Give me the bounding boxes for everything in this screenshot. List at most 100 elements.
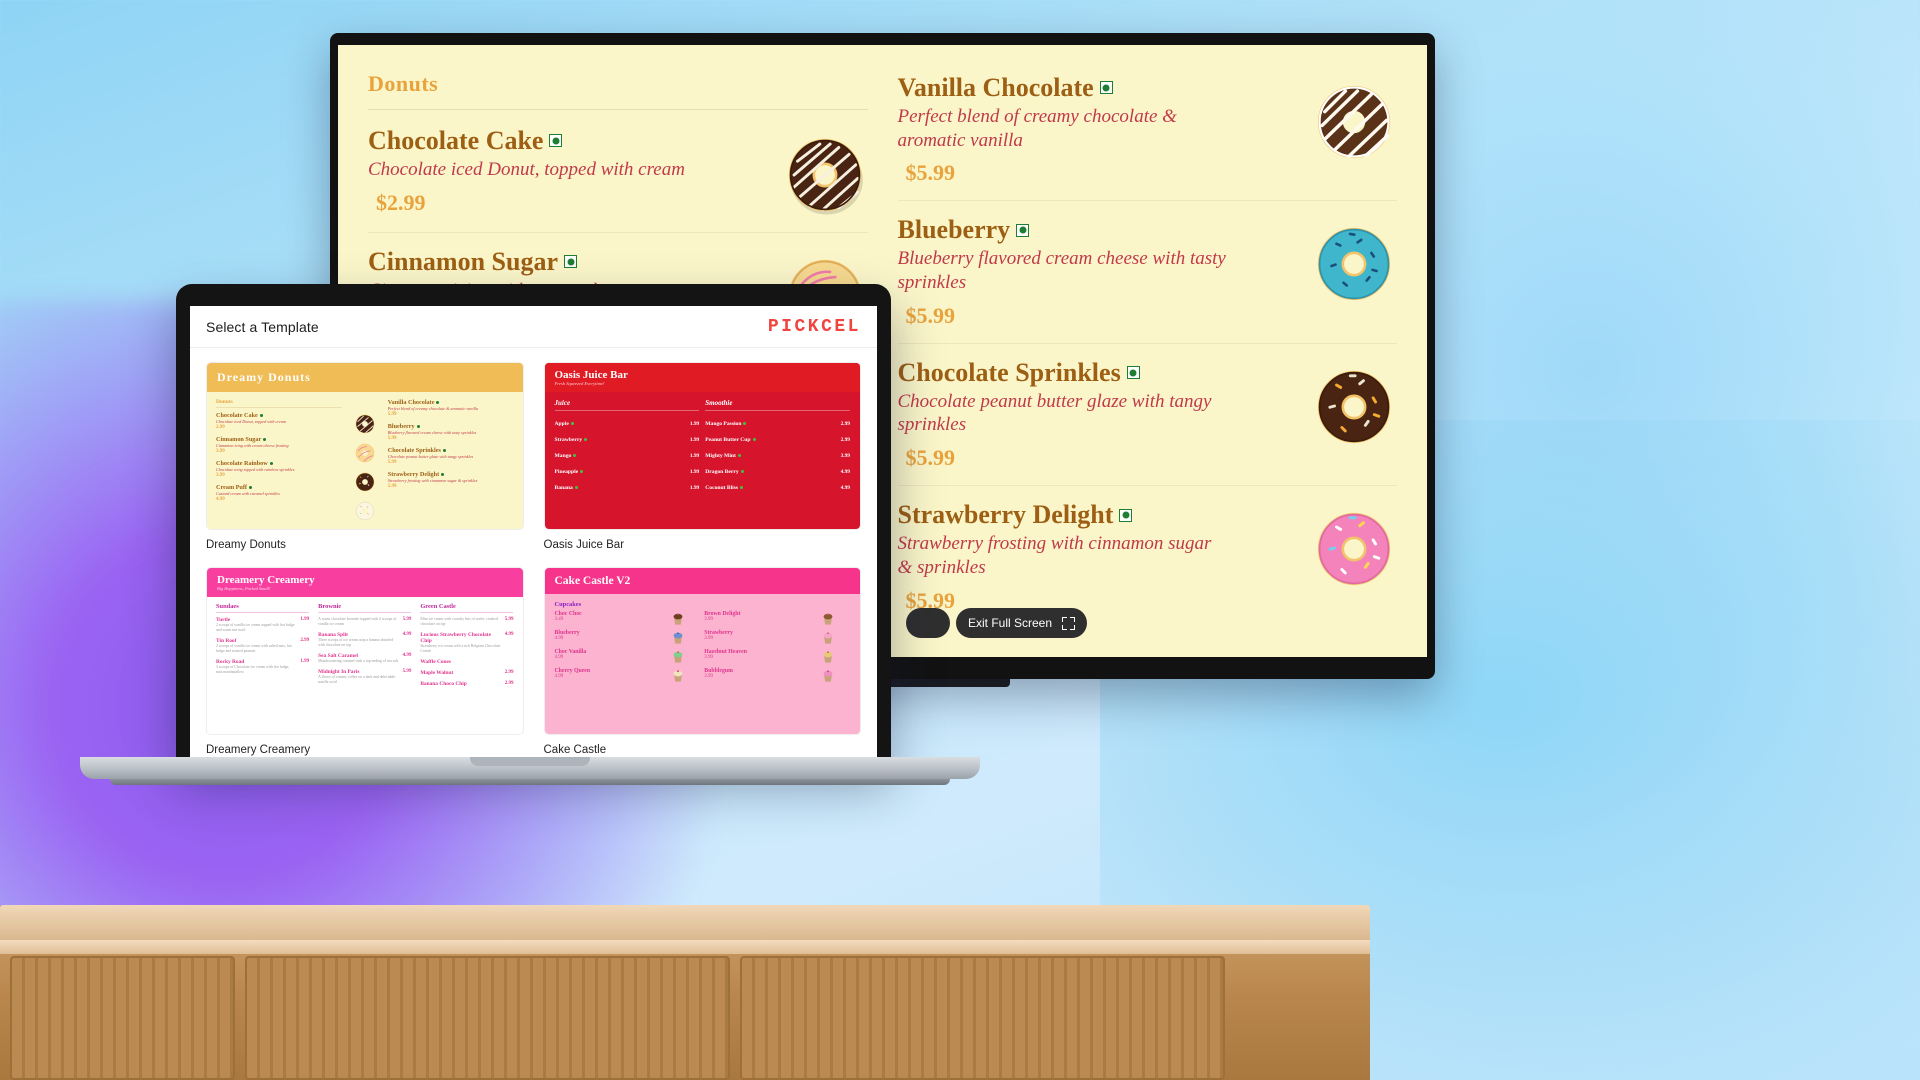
preview-item-desc: Strawberry frosting with cinnamon sugar … — [387, 477, 478, 483]
preview-item-price: 4.99 — [554, 636, 564, 641]
preview-item-name: Banana — [554, 485, 573, 491]
preview-header: Cake Castle V2 — [544, 568, 860, 594]
preview-row: Strawberry Delight Strawberry frosting w… — [388, 471, 514, 489]
fullscreen-toolbar[interactable]: Exit Full Screen — [906, 608, 1088, 638]
menu-item: Blueberry Blueberry flavored cream chees… — [898, 213, 1398, 340]
preview-item-name: Maple Walnut — [420, 669, 454, 676]
preview-item-name: Pineapple — [554, 469, 579, 475]
preview-item-price: 4.99 — [840, 485, 850, 491]
laptop-screen: Select a Template PICKCEL Dreamy Donuts … — [190, 306, 877, 762]
preview-item-price: 5.99 — [402, 668, 412, 674]
preview-item-price: 2.99 — [840, 437, 850, 443]
preview-item-name: Cream Puff — [216, 483, 247, 491]
preview-item-desc: Chocolate iced Donut, topped with cream — [216, 419, 286, 424]
cabinet-panel — [245, 956, 730, 1080]
exit-fullscreen-button[interactable]: Exit Full Screen — [956, 608, 1088, 638]
app-header: Select a Template PICKCEL — [190, 306, 877, 348]
preview-row: Midnight In Paris A flavor of creamy coff… — [318, 669, 411, 685]
fullscreen-left-control[interactable] — [906, 608, 950, 638]
laptop-foot — [110, 779, 950, 785]
preview-item-name: Cinnamon Sugar — [216, 435, 262, 443]
preview-section-title: Donuts — [216, 399, 342, 408]
menu-item-price: $5.99 — [905, 445, 956, 471]
preview-item-name: Chocolate Rainbow — [216, 459, 268, 467]
preview-body: Donuts Chocolate Cake Chocolate iced Don… — [207, 392, 523, 529]
preview-column-header: Juice — [554, 399, 700, 411]
preview-item-name: Mango Passion — [705, 421, 742, 427]
preview-item-price: 1.99 — [300, 658, 310, 664]
preview-row: Lucious Strawberry Chocolate Chip Strawbe… — [420, 632, 513, 654]
veg-indicator-icon — [1099, 81, 1113, 95]
menu-column-right: Vanilla Chocolate Perfect blend of cream… — [897, 71, 1398, 647]
item-divider — [897, 485, 1397, 487]
template-card-oasis-juice-bar[interactable]: Oasis Juice Bar Fresh Squeezed Everytime… — [543, 362, 861, 551]
template-card-dreamy-donuts[interactable]: Dreamy Donuts Donuts Chocolate Cake Choc… — [206, 362, 524, 551]
donut-chocolate-drizzle-icon — [782, 132, 868, 218]
cabinet-top-surface — [0, 905, 1370, 945]
preview-row: Cream Puff Custard cream with caramel sp… — [216, 484, 342, 502]
cupcake-choc-vanilla-icon — [673, 651, 683, 663]
veg-dot-icon — [441, 472, 445, 476]
preview-item-desc: Mouthwatering caramel with a top ending … — [318, 658, 399, 663]
template-card-dreamery-creamery[interactable]: Dreamery Creamery Big Happiness, Packed … — [206, 567, 524, 756]
menu-item-name: Blueberry — [897, 215, 1011, 245]
preview-item-price: 3.99 — [840, 453, 850, 459]
menu-item-name: Chocolate Sprinkles — [897, 357, 1121, 387]
menu-item-text: Blueberry Blueberry flavored cream chees… — [898, 215, 1312, 328]
preview-item-name: Blueberry — [387, 422, 415, 430]
preview-column-header: Sundaes — [216, 603, 310, 613]
veg-dot-icon — [740, 470, 744, 474]
template-thumbnail[interactable]: Cake Castle V2 Cupcakes Choc Choc 3.49 Br… — [543, 567, 861, 735]
preview-title: Cake Castle V2 — [554, 575, 631, 587]
section-divider — [368, 109, 868, 110]
preview-title: Dreamy Donuts — [207, 363, 523, 392]
template-gallery: Dreamy Donuts Donuts Chocolate Cake Choc… — [190, 348, 877, 762]
preview-row: Turtle 2 scoops of vanilla ice cream topp… — [216, 617, 309, 633]
preview-row: Banana Choco Chip 2.99 — [420, 681, 513, 687]
preview-body: Cupcakes Choc Choc 3.49 Brown Delight 3.99… — [545, 594, 861, 734]
preview-column-right: Vanilla Chocolate Perfect blend of cream… — [388, 399, 514, 522]
preview-item-price: 4.99 — [402, 631, 412, 637]
preview-item-price: 5.99 — [387, 460, 397, 466]
cabinet-panel — [10, 956, 235, 1080]
cupcake-hazelnut-icon — [823, 651, 833, 663]
template-thumbnail[interactable]: Oasis Juice Bar Fresh Squeezed Everytime… — [543, 362, 861, 530]
menu-item-text: Vanilla Chocolate Perfect blend of cream… — [898, 73, 1312, 186]
preview-row: Cinnamon Sugar Cinnamon icing with cream… — [216, 436, 342, 454]
laptop-device: Select a Template PICKCEL Dreamy Donuts … — [176, 284, 891, 762]
veg-dot-icon — [263, 438, 267, 442]
preview-item-desc: Mint ice cream with crunchy bits of wafe… — [420, 617, 498, 626]
menu-item-text: Chocolate Sprinkles Chocolate peanut but… — [898, 358, 1312, 471]
menu-item-name-row: Cinnamon Sugar — [368, 247, 772, 277]
template-label: Dreamy Donuts — [206, 539, 286, 551]
preview-item-desc: 3 scoops of Chocolate ice cream with hot… — [216, 664, 290, 674]
preview-item-price: 4.99 — [840, 469, 850, 475]
preview-subtitle: Big Happiness, Packed Small! — [217, 586, 271, 591]
veg-dot-icon — [249, 485, 252, 489]
template-thumbnail[interactable]: Dreamy Donuts Donuts Chocolate Cake Choc… — [206, 362, 524, 530]
item-divider — [368, 232, 868, 233]
template-label: Dreamery Creamery — [206, 744, 311, 756]
preview-row: Chocolate Rainbow Chocolate icing topped… — [216, 460, 342, 478]
preview-item-price: 2.99 — [504, 669, 514, 675]
preview-item-price: 2.99 — [504, 680, 514, 686]
preview-item-name: Chocolate Sprinkles — [387, 446, 441, 454]
menu-item-description: Chocolate peanut butter glaze with tangy… — [897, 390, 1212, 436]
preview-column-left: Donuts Chocolate Cake Chocolate iced Don… — [216, 399, 342, 522]
preview-item-desc: 2 scoops of vanilla ice cream topped wit… — [216, 623, 295, 632]
preview-row: Sea Salt Caramel Mouthwatering caramel wi… — [318, 653, 411, 664]
donut-chocolate-drizzle-icon — [355, 414, 374, 434]
template-card-cake-castle[interactable]: Cake Castle V2 Cupcakes Choc Choc 3.49 Br… — [543, 567, 861, 756]
preview-row: Rocky Road 3 scoops of Chocolate ice crea… — [216, 659, 309, 675]
donut-cinnamon-swirl-icon — [355, 443, 374, 463]
template-thumbnail[interactable]: Dreamery Creamery Big Happiness, Packed … — [206, 567, 524, 735]
cupcake-choc-icon — [673, 613, 683, 625]
preview-row: Blueberry Blueberry flavored cream chees… — [388, 423, 514, 441]
preview-item-name: Waffle Cones — [420, 658, 452, 665]
preview-row: A warm chocolate brownie topped with 2 s… — [318, 617, 411, 627]
preview-item-price: 4.99 — [402, 652, 412, 658]
cupcake-blueberry-icon — [673, 632, 683, 644]
preview-item-name: Mango — [554, 453, 572, 459]
preview-section-title: Cupcakes — [554, 601, 582, 608]
veg-dot-icon — [436, 401, 440, 405]
